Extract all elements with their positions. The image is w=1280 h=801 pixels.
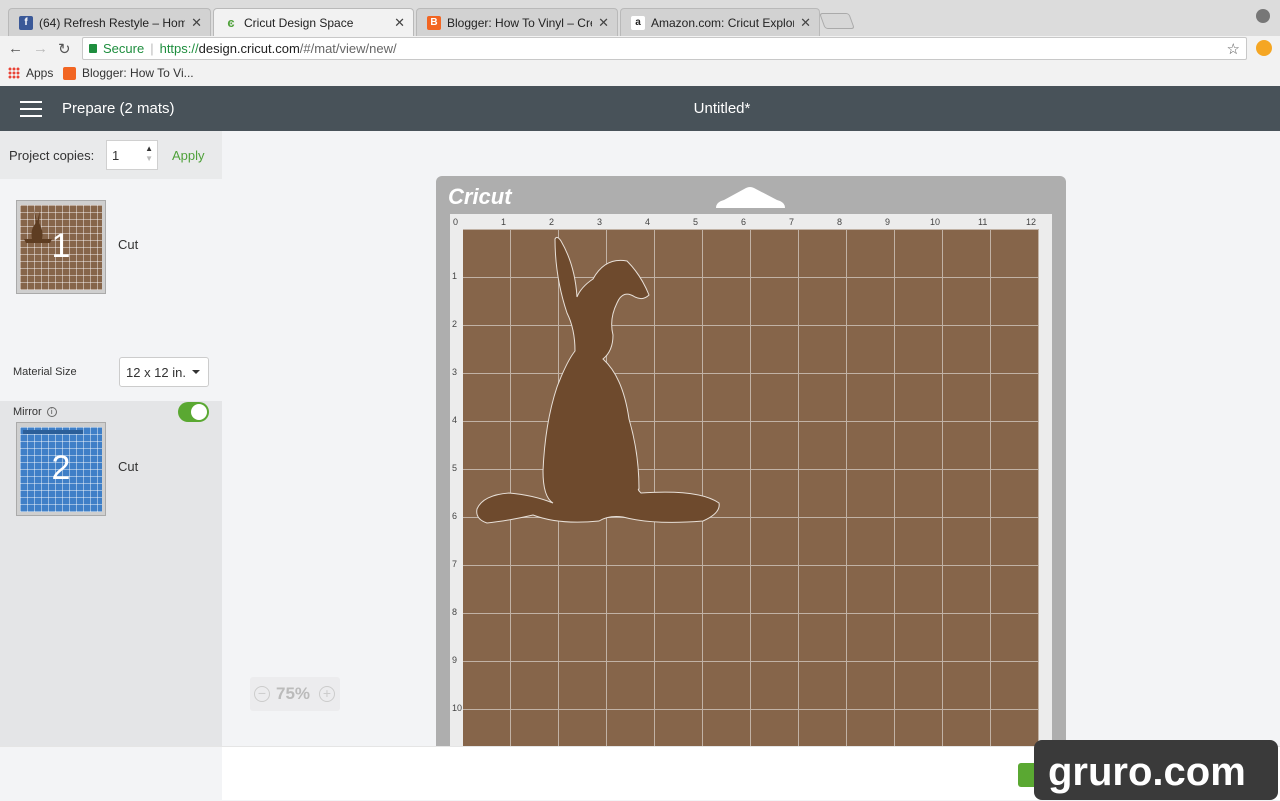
blogger-icon: B <box>427 15 441 30</box>
material-size-label: Material Size <box>13 366 77 378</box>
ruler-y-tick: 5 <box>452 463 458 473</box>
document-title: Untitled* <box>693 100 751 117</box>
bookmark-blogger[interactable]: Blogger: How To Vi... <box>63 66 194 80</box>
bookmark-label: Blogger: How To Vi... <box>82 66 194 80</box>
ruler-y-tick: 7 <box>452 559 458 569</box>
bunny-shape[interactable] <box>463 229 1039 746</box>
reload-icon[interactable]: ↻ <box>58 40 71 58</box>
material-size-dropdown[interactable]: 12 x 12 in. <box>119 357 209 387</box>
ruler-x-tick: 0 <box>453 217 459 227</box>
apps-grid-icon <box>8 67 20 79</box>
secure-label: Secure <box>103 41 145 56</box>
mat-hanger-icon <box>716 187 785 208</box>
ruler-x-tick: 2 <box>549 217 555 227</box>
stepper-arrows-icon[interactable]: ▲ ▼ <box>145 144 153 164</box>
mat-thumbnail-2[interactable]: 2 <box>16 422 106 516</box>
ruler-x-tick: 9 <box>885 217 891 227</box>
close-tab-icon[interactable]: ✕ <box>800 15 811 31</box>
tab-title: (64) Refresh Restyle – Home <box>39 15 186 30</box>
ruler-y-tick: 1 <box>452 271 458 281</box>
url-path: /#/mat/view/new/ <box>299 41 397 56</box>
ruler-x-tick: 4 <box>645 217 651 227</box>
bookmarks-bar: Apps Blogger: How To Vi... <box>0 62 1280 86</box>
mat-number: 1 <box>51 227 71 265</box>
text-strip <box>23 430 83 434</box>
project-copies-value: 1 <box>112 148 120 163</box>
chevron-down-icon <box>192 370 200 374</box>
project-copies-row: Project copies: 1 ▲ ▼ Apply <box>0 131 222 179</box>
browser-tab-strip: f (64) Refresh Restyle – Home ✕ ͼ Cricut… <box>0 0 1280 36</box>
lock-icon <box>89 44 97 53</box>
browser-toolbar: ← → ↻ Secure | https:// design.cricut.co… <box>0 36 1280 62</box>
ruler-x-tick: 6 <box>741 217 747 227</box>
ruler-x-tick: 12 <box>1026 217 1037 227</box>
apply-button[interactable]: Apply <box>172 148 205 163</box>
new-tab-button[interactable] <box>819 13 855 29</box>
blogger-icon <box>63 66 76 80</box>
footer-left-block <box>0 747 222 801</box>
ruler-y-tick: 4 <box>452 415 458 425</box>
ruler-y-tick: 6 <box>452 511 458 521</box>
mat-thumbnail-1[interactable]: 1 <box>16 200 106 294</box>
app-header: Prepare (2 mats) Untitled* <box>0 86 1280 131</box>
bookmark-apps[interactable]: Apps <box>8 66 53 80</box>
tab-title: Amazon.com: Cricut Explore / <box>651 15 795 30</box>
ruler-y-tick: 2 <box>452 319 458 329</box>
cricut-icon: ͼ <box>227 15 235 30</box>
mat-mode-label: Cut <box>118 459 139 474</box>
close-tab-icon[interactable]: ✕ <box>394 15 405 31</box>
browser-tab-active[interactable]: ͼ Cricut Design Space ✕ <box>213 8 414 36</box>
material-size-value: 12 x 12 in. <box>126 365 186 380</box>
browser-tab[interactable]: B Blogger: How To Vinyl – Creat ✕ <box>416 8 618 36</box>
zoom-control: − 75% + <box>250 677 340 711</box>
separator: | <box>150 41 154 56</box>
mat-item-2[interactable]: 2 Cut <box>0 401 222 521</box>
ruler-x-tick: 5 <box>693 217 699 227</box>
zoom-in-icon[interactable]: + <box>319 686 335 702</box>
mat-list-panel: Project copies: 1 ▲ ▼ Apply 1 Cut Materia… <box>0 131 222 746</box>
extension-icon[interactable] <box>1256 40 1272 56</box>
browser-tab[interactable]: a Amazon.com: Cricut Explore / ✕ <box>620 8 820 36</box>
mat-mode-label: Cut <box>118 237 139 252</box>
tab-title: Blogger: How To Vinyl – Creat <box>447 15 593 30</box>
mat-number: 2 <box>51 449 71 487</box>
mat-item-1[interactable]: 1 Cut Material Size 12 x 12 in. Mirror i <box>0 179 222 422</box>
project-copies-input[interactable]: 1 ▲ ▼ <box>106 140 158 170</box>
zoom-out-icon[interactable]: − <box>254 686 270 702</box>
close-tab-icon[interactable]: ✕ <box>598 15 609 31</box>
tab-title: Cricut Design Space <box>244 15 354 30</box>
forward-icon[interactable]: → <box>33 40 48 57</box>
ruler-y-tick: 3 <box>452 367 458 377</box>
browser-tab[interactable]: f (64) Refresh Restyle – Home ✕ <box>8 8 211 36</box>
ruler-y-tick: 8 <box>452 607 458 617</box>
url-host: design.cricut.com <box>198 41 300 56</box>
profile-icon[interactable] <box>1256 9 1270 23</box>
bookmark-label: Apps <box>26 66 54 80</box>
facebook-icon: f <box>19 15 33 30</box>
project-copies-label: Project copies: <box>9 148 95 163</box>
back-icon[interactable]: ← <box>8 40 23 57</box>
amazon-icon: a <box>631 15 645 30</box>
ruler-x-tick: 7 <box>789 217 795 227</box>
cutting-mat[interactable] <box>463 229 1039 746</box>
zoom-level: 75% <box>276 684 311 703</box>
close-tab-icon[interactable]: ✕ <box>191 15 202 31</box>
url-protocol: https:// <box>159 41 199 56</box>
ruler-x-tick: 11 <box>978 217 988 227</box>
ruler-x-tick: 10 <box>930 217 941 227</box>
ruler-y-tick: 10 <box>452 703 463 713</box>
watermark: gruro.com <box>1034 740 1278 800</box>
ruler-x-tick: 8 <box>837 217 843 227</box>
ruler-y-tick: 9 <box>452 655 458 665</box>
ruler-x-tick: 3 <box>597 217 603 227</box>
bookmark-star-icon[interactable]: ☆ <box>1227 40 1240 58</box>
address-bar[interactable]: Secure | https:// design.cricut.com /#/m… <box>82 37 1247 60</box>
cricut-logo: Cricut <box>448 184 512 209</box>
ruler-x-tick: 1 <box>501 217 507 227</box>
